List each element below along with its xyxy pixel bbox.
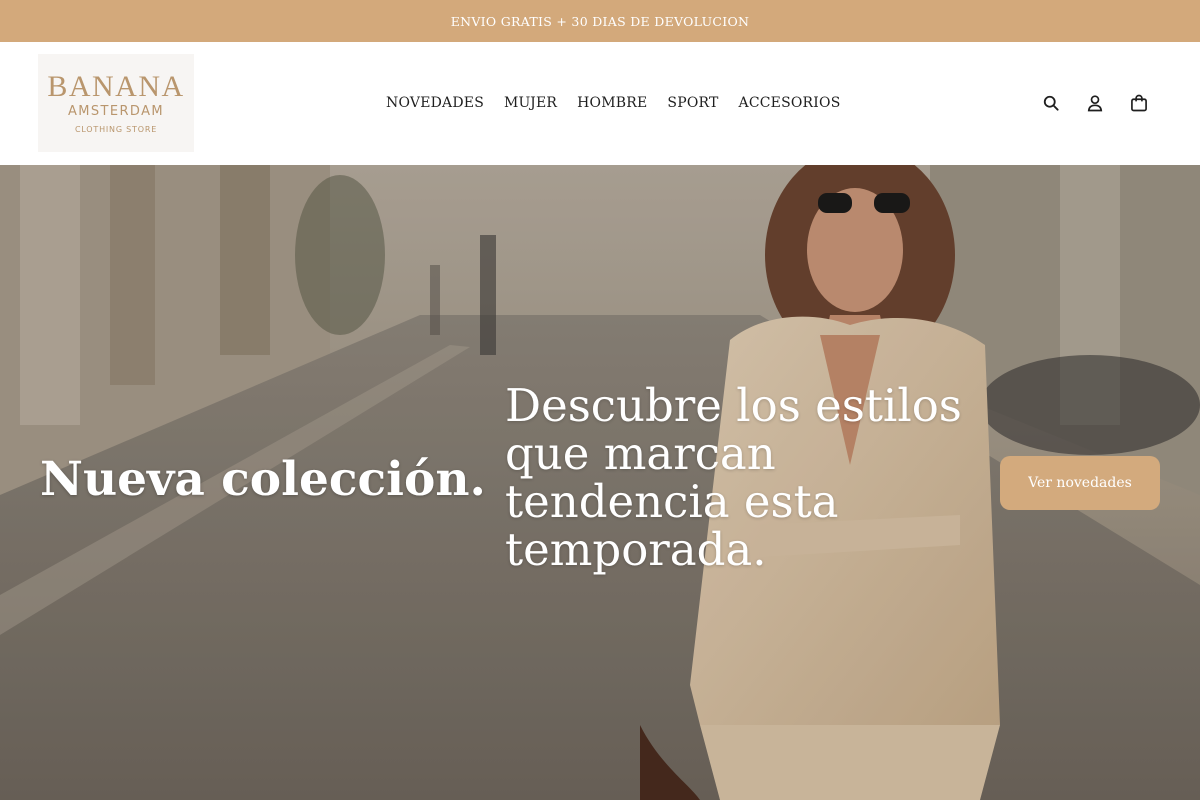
nav-item-sport[interactable]: SPORT [667,92,718,114]
nav-item-accesorios[interactable]: ACCESORIOS [739,92,841,114]
search-button[interactable] [1040,92,1062,114]
account-icon [1087,95,1103,112]
hero-title: Nueva colección. [40,452,486,507]
hero-banner: Nueva colección. Descubre los estilos qu… [0,165,1200,800]
ver-novedades-button[interactable]: Ver novedades [1000,456,1160,510]
brand-logo[interactable]: BANANA AMSTERDAM CLOTHING STORE [38,54,194,152]
main-nav: NOVEDADES MUJER HOMBRE SPORT ACCESORIOS [386,92,841,114]
announcement-text: ENVIO GRATIS + 30 DIAS DE DEVOLUCION [450,13,750,29]
nav-item-hombre[interactable]: HOMBRE [577,92,647,114]
hero-subtitle: Descubre los estilos que marcan tendenci… [505,379,962,576]
site-header: BANANA AMSTERDAM CLOTHING STORE NOVEDADE… [0,42,1200,165]
search-icon [1043,95,1059,111]
header-actions [1040,92,1150,114]
shopping-bag-icon [1131,94,1147,112]
nav-item-novedades[interactable]: NOVEDADES [386,92,484,114]
brand-city: AMSTERDAM [67,103,165,119]
announcement-bar: ENVIO GRATIS + 30 DIAS DE DEVOLUCION [0,0,1200,42]
cart-button[interactable] [1128,92,1150,114]
brand-tagline: CLOTHING STORE [74,124,158,134]
account-button[interactable] [1084,92,1106,114]
nav-item-mujer[interactable]: MUJER [504,92,557,114]
brand-name: BANANA [47,69,185,103]
